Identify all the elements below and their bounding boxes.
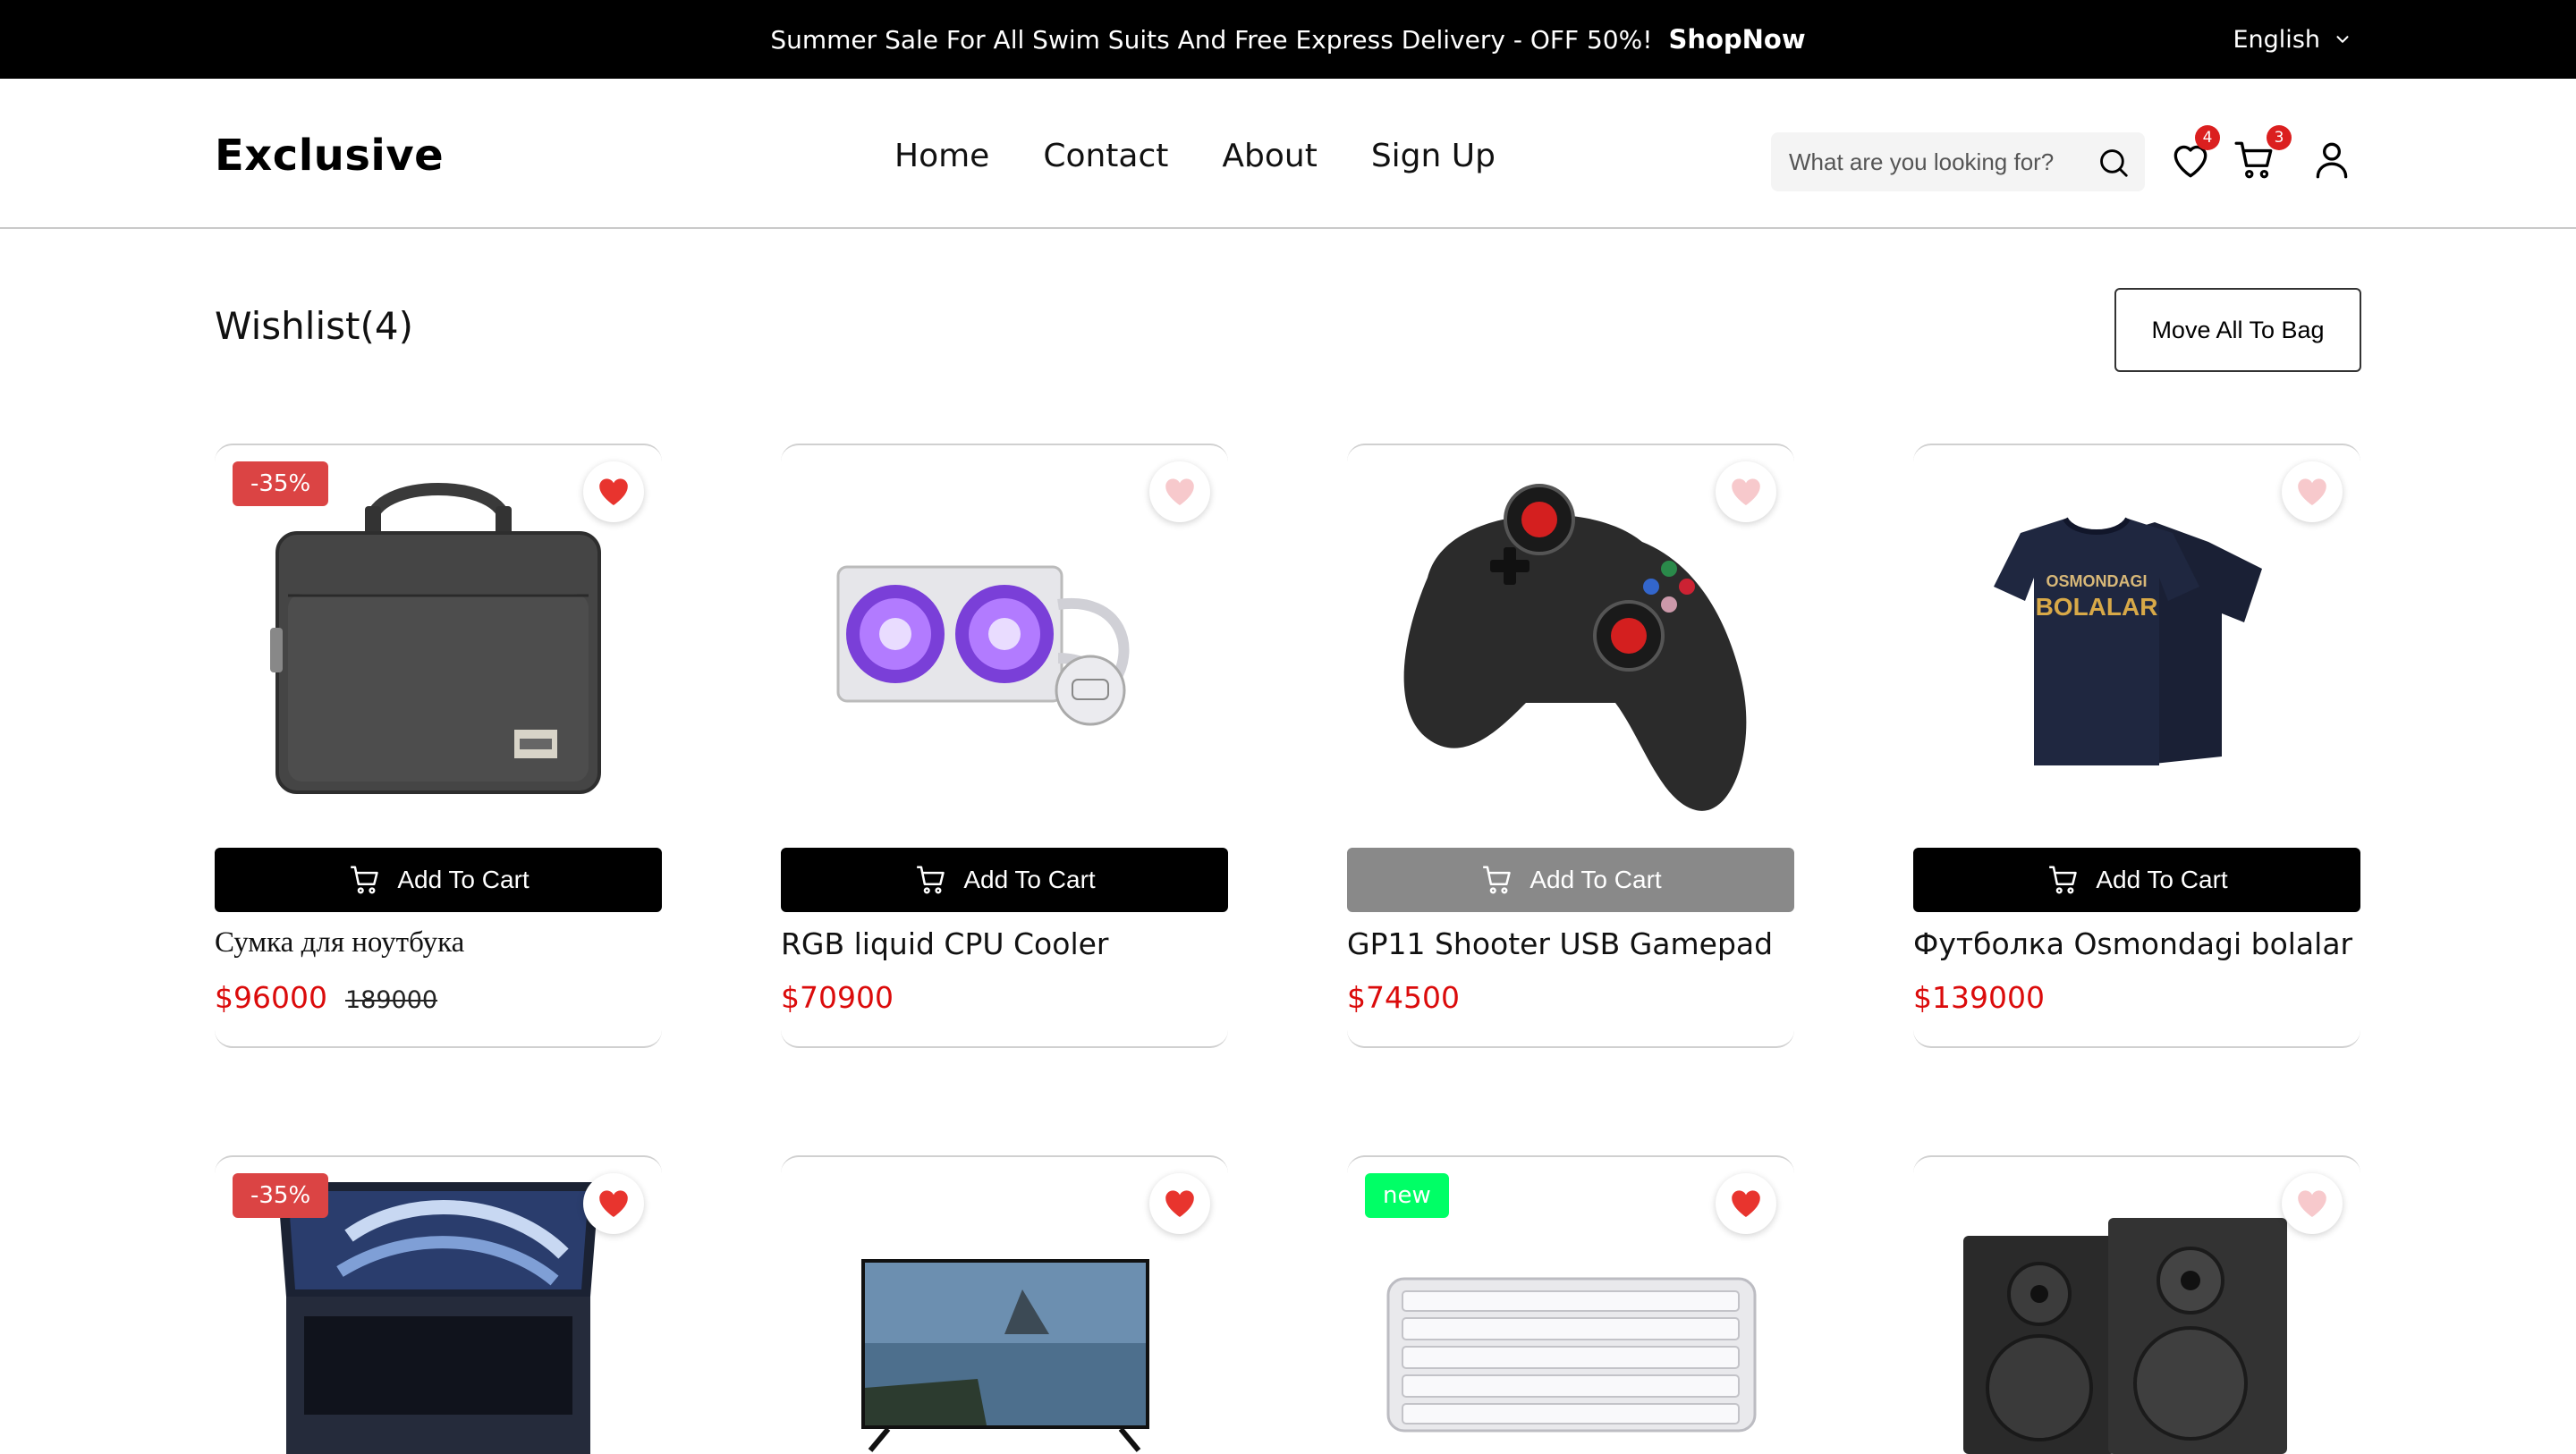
- heart-filled-icon: [599, 478, 628, 505]
- add-to-cart-button[interactable]: Add To Cart: [1913, 848, 2360, 912]
- add-to-cart-button[interactable]: Add To Cart: [781, 848, 1228, 912]
- wishlist-toggle[interactable]: [1716, 1173, 1776, 1234]
- product-name[interactable]: Футболка Osmondagi bolalar: [1913, 926, 2352, 961]
- heart-filled-icon: [1165, 1190, 1194, 1217]
- wishlist-toggle[interactable]: [1716, 461, 1776, 522]
- language-selector[interactable]: English: [2233, 0, 2353, 79]
- wishlist-toggle[interactable]: [1149, 461, 1210, 522]
- top-banner: Summer Sale For All Swim Suits And Free …: [0, 0, 2576, 79]
- add-to-cart-button[interactable]: Add To Cart: [215, 848, 662, 912]
- heart-filled-icon: [1732, 1190, 1760, 1217]
- site-header: Exclusive Home Contact About Sign Up 4 3: [0, 79, 2576, 229]
- tshirt-print-top: OSMONDAGI: [2046, 572, 2147, 590]
- product-card: Add To Cart GP11 Shooter USB Gamepad $74…: [1347, 444, 1794, 1048]
- price-row: $74500: [1347, 980, 1460, 1015]
- cart-count-badge: 3: [2267, 125, 2292, 150]
- promo-message: Summer Sale For All Swim Suits And Free …: [0, 0, 2576, 79]
- product-name[interactable]: GP11 Shooter USB Gamepad: [1347, 926, 1773, 961]
- wishlist-toggle[interactable]: [583, 1173, 644, 1234]
- product-name[interactable]: Сумка для ноутбука: [215, 926, 464, 959]
- chevron-down-icon: [2336, 36, 2349, 43]
- main-nav: Home Contact About Sign Up: [894, 138, 1549, 174]
- product-price: $74500: [1347, 980, 1460, 1015]
- old-price: 189000: [344, 986, 438, 1014]
- nav-sign-up[interactable]: Sign Up: [1371, 138, 1496, 174]
- price-row: $96000 189000: [215, 980, 437, 1015]
- shop-now-link[interactable]: ShopNow: [1668, 24, 1805, 55]
- cart-icon: [917, 866, 945, 894]
- product-card: -35% Add To Cart Сумка для ноутбука $960…: [215, 444, 662, 1048]
- heart-outline-icon: [2298, 478, 2326, 505]
- discount-badge: -35%: [233, 1173, 329, 1218]
- heart-outline-icon: [1165, 478, 1194, 505]
- wishlist-toggle[interactable]: [2282, 1173, 2343, 1234]
- product-price: $139000: [1913, 980, 2045, 1015]
- language-label: English: [2233, 25, 2321, 54]
- product-price: $96000: [215, 980, 327, 1015]
- new-badge: new: [1365, 1173, 1449, 1218]
- add-to-cart-label: Add To Cart: [963, 866, 1096, 893]
- wishlist-toggle[interactable]: [1149, 1173, 1210, 1234]
- nav-about[interactable]: About: [1222, 138, 1317, 174]
- logo[interactable]: Exclusive: [215, 131, 444, 181]
- add-to-cart-label: Add To Cart: [397, 866, 530, 893]
- wishlist-toggle[interactable]: [583, 461, 644, 522]
- search-input[interactable]: [1789, 148, 2084, 176]
- product-card: [1913, 1155, 2360, 1454]
- cart-icon: [351, 866, 379, 894]
- search-box: [1771, 132, 2145, 191]
- heart-outline-icon: [1732, 478, 1760, 505]
- discount-badge: -35%: [233, 461, 329, 506]
- move-all-to-bag-button[interactable]: Move All To Bag: [2114, 288, 2361, 372]
- heart-filled-icon: [599, 1190, 628, 1217]
- wishlist-toggle[interactable]: [2282, 461, 2343, 522]
- add-to-cart-button[interactable]: Add To Cart: [1347, 848, 1794, 912]
- product-card: [781, 1155, 1228, 1454]
- nav-contact[interactable]: Contact: [1043, 138, 1168, 174]
- nav-home[interactable]: Home: [894, 138, 989, 174]
- search-icon[interactable]: [2097, 146, 2131, 180]
- price-row: $139000: [1913, 980, 2045, 1015]
- wishlist-count-badge: 4: [2195, 125, 2220, 150]
- product-card: OSMONDAGI BOLALAR Add To Cart Футболка O…: [1913, 444, 2360, 1048]
- cart-icon: [1483, 866, 1512, 894]
- wishlist-title: Wishlist(4): [215, 304, 413, 348]
- heart-outline-icon: [2298, 1190, 2326, 1217]
- product-card: Add To Cart RGB liquid CPU Cooler $70900: [781, 444, 1228, 1048]
- user-icon[interactable]: [2309, 138, 2354, 182]
- product-card: -35%: [215, 1155, 662, 1454]
- cart-icon: [2049, 866, 2078, 894]
- promo-text: Summer Sale For All Swim Suits And Free …: [770, 24, 1653, 55]
- product-price: $70900: [781, 980, 894, 1015]
- price-row: $70900: [781, 980, 894, 1015]
- add-to-cart-label: Add To Cart: [1530, 866, 1662, 893]
- product-card: new: [1347, 1155, 1794, 1454]
- tshirt-print-main: BOLALAR: [2036, 593, 2158, 621]
- add-to-cart-label: Add To Cart: [2096, 866, 2228, 893]
- product-name[interactable]: RGB liquid CPU Cooler: [781, 926, 1108, 961]
